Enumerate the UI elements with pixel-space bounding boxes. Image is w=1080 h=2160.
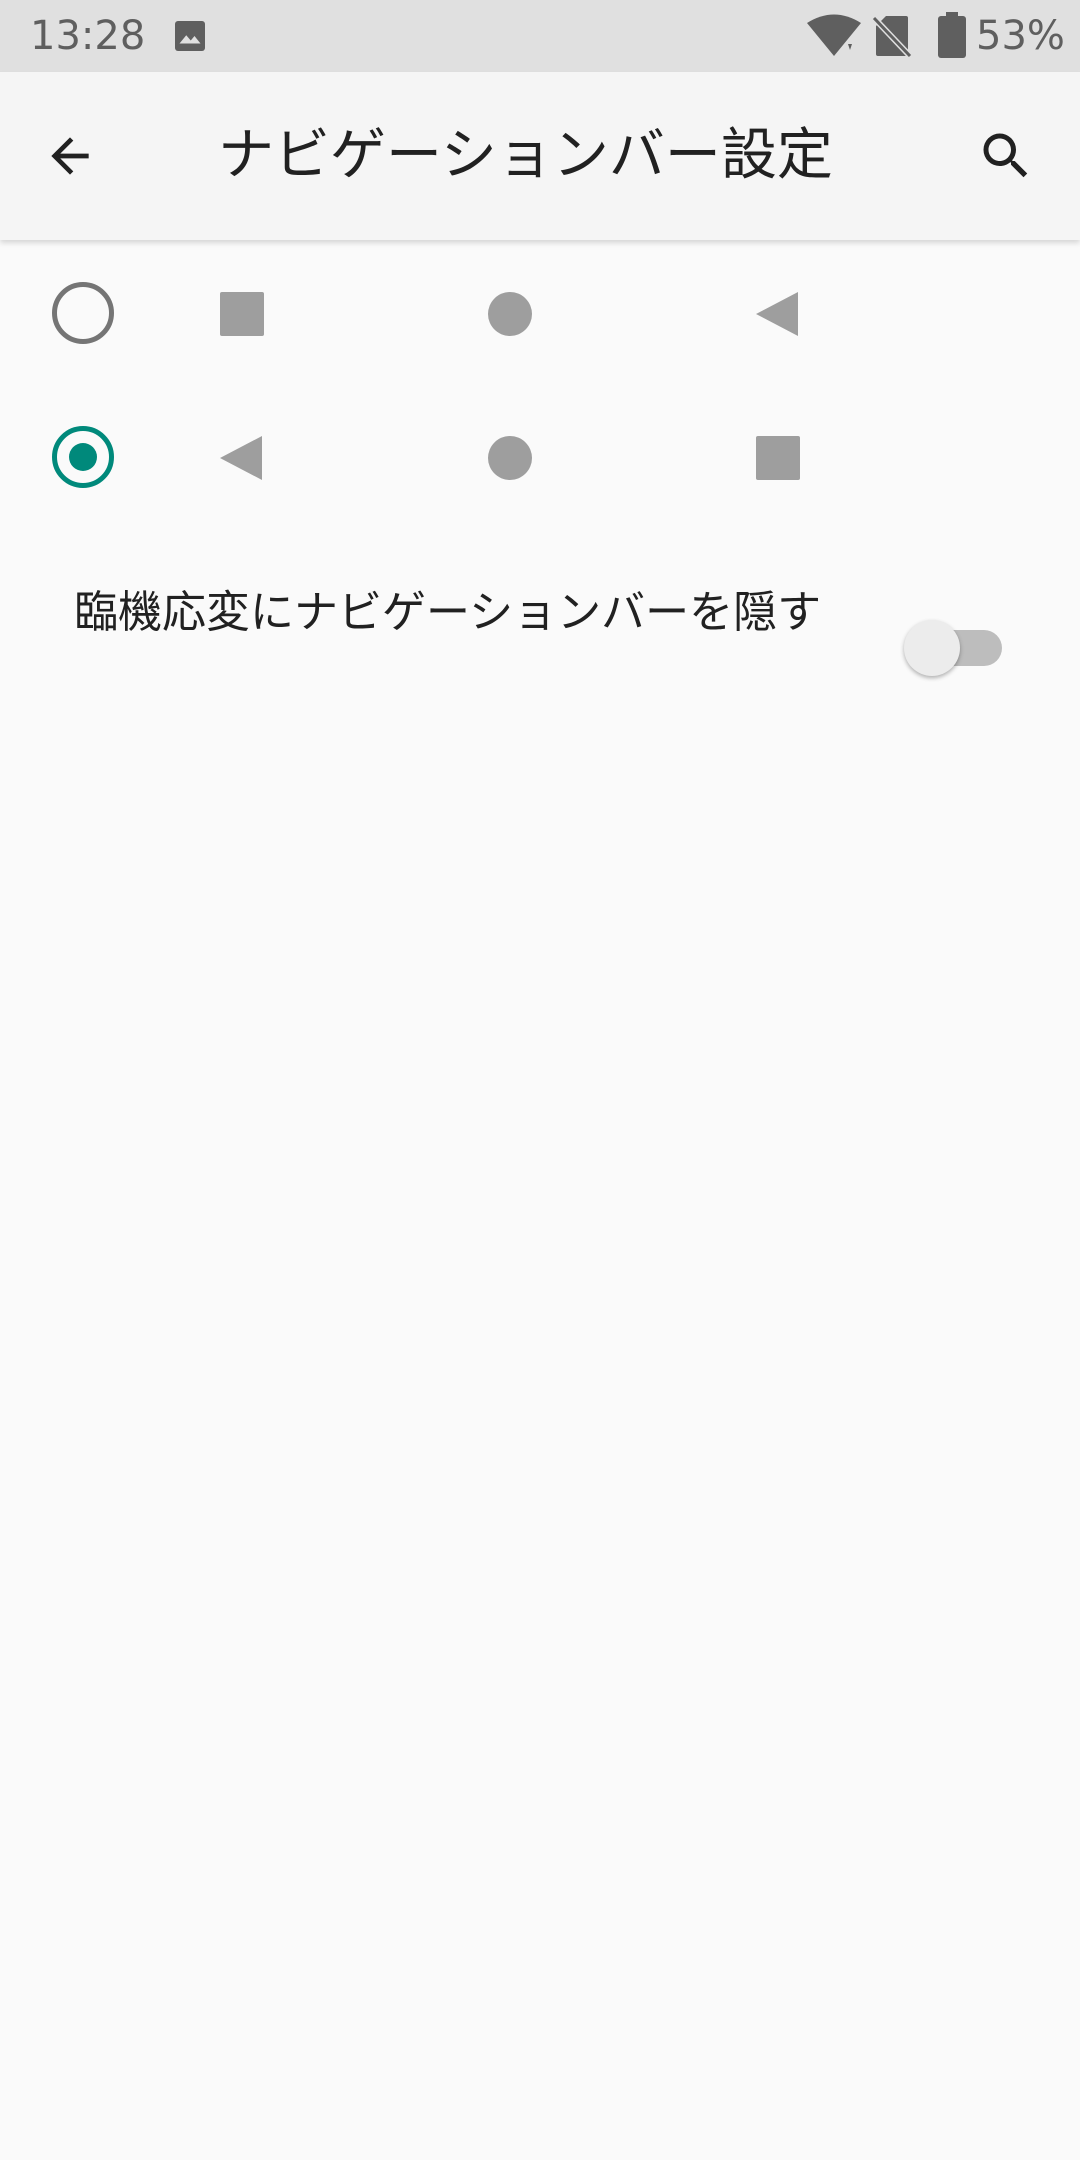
home-circle-icon: [488, 292, 532, 336]
no-sim-icon: [872, 15, 912, 58]
auto-hide-setting-row[interactable]: 臨機応変にナビゲーションバーを隠す: [0, 560, 1080, 720]
radio-dot: [69, 443, 97, 471]
wifi-icon: [807, 14, 861, 56]
gallery-icon: [175, 21, 205, 51]
status-bar: 13:28 53%: [0, 0, 1080, 72]
recents-square-icon: [756, 436, 800, 480]
screen: 13:28 53% ナビゲーションバー設定 臨機応変にナビゲーションバーを隠す: [0, 0, 1080, 2160]
nav-layout-option-2[interactable]: [0, 386, 1080, 526]
auto-hide-switch[interactable]: [904, 620, 1002, 676]
search-button[interactable]: [966, 116, 1046, 196]
back-button[interactable]: [30, 116, 110, 196]
radio-button-checked[interactable]: [52, 426, 114, 488]
status-time: 13:28: [30, 13, 146, 59]
back-triangle-icon: [756, 292, 798, 336]
page-title: ナビゲーションバー設定: [218, 123, 833, 188]
switch-thumb: [904, 620, 960, 676]
recents-square-icon: [220, 292, 264, 336]
app-bar: ナビゲーションバー設定: [0, 72, 1080, 240]
nav-layout-option-1[interactable]: [0, 242, 1080, 382]
search-icon: [983, 133, 1028, 178]
radio-button-unchecked[interactable]: [52, 282, 114, 344]
battery-percent: 53%: [976, 13, 1065, 59]
home-circle-icon: [488, 436, 532, 480]
auto-hide-label: 臨機応変にナビゲーションバーを隠す: [74, 587, 822, 638]
back-triangle-icon: [220, 436, 262, 480]
battery-icon: [938, 12, 966, 58]
arrow-back-icon: [51, 137, 89, 175]
